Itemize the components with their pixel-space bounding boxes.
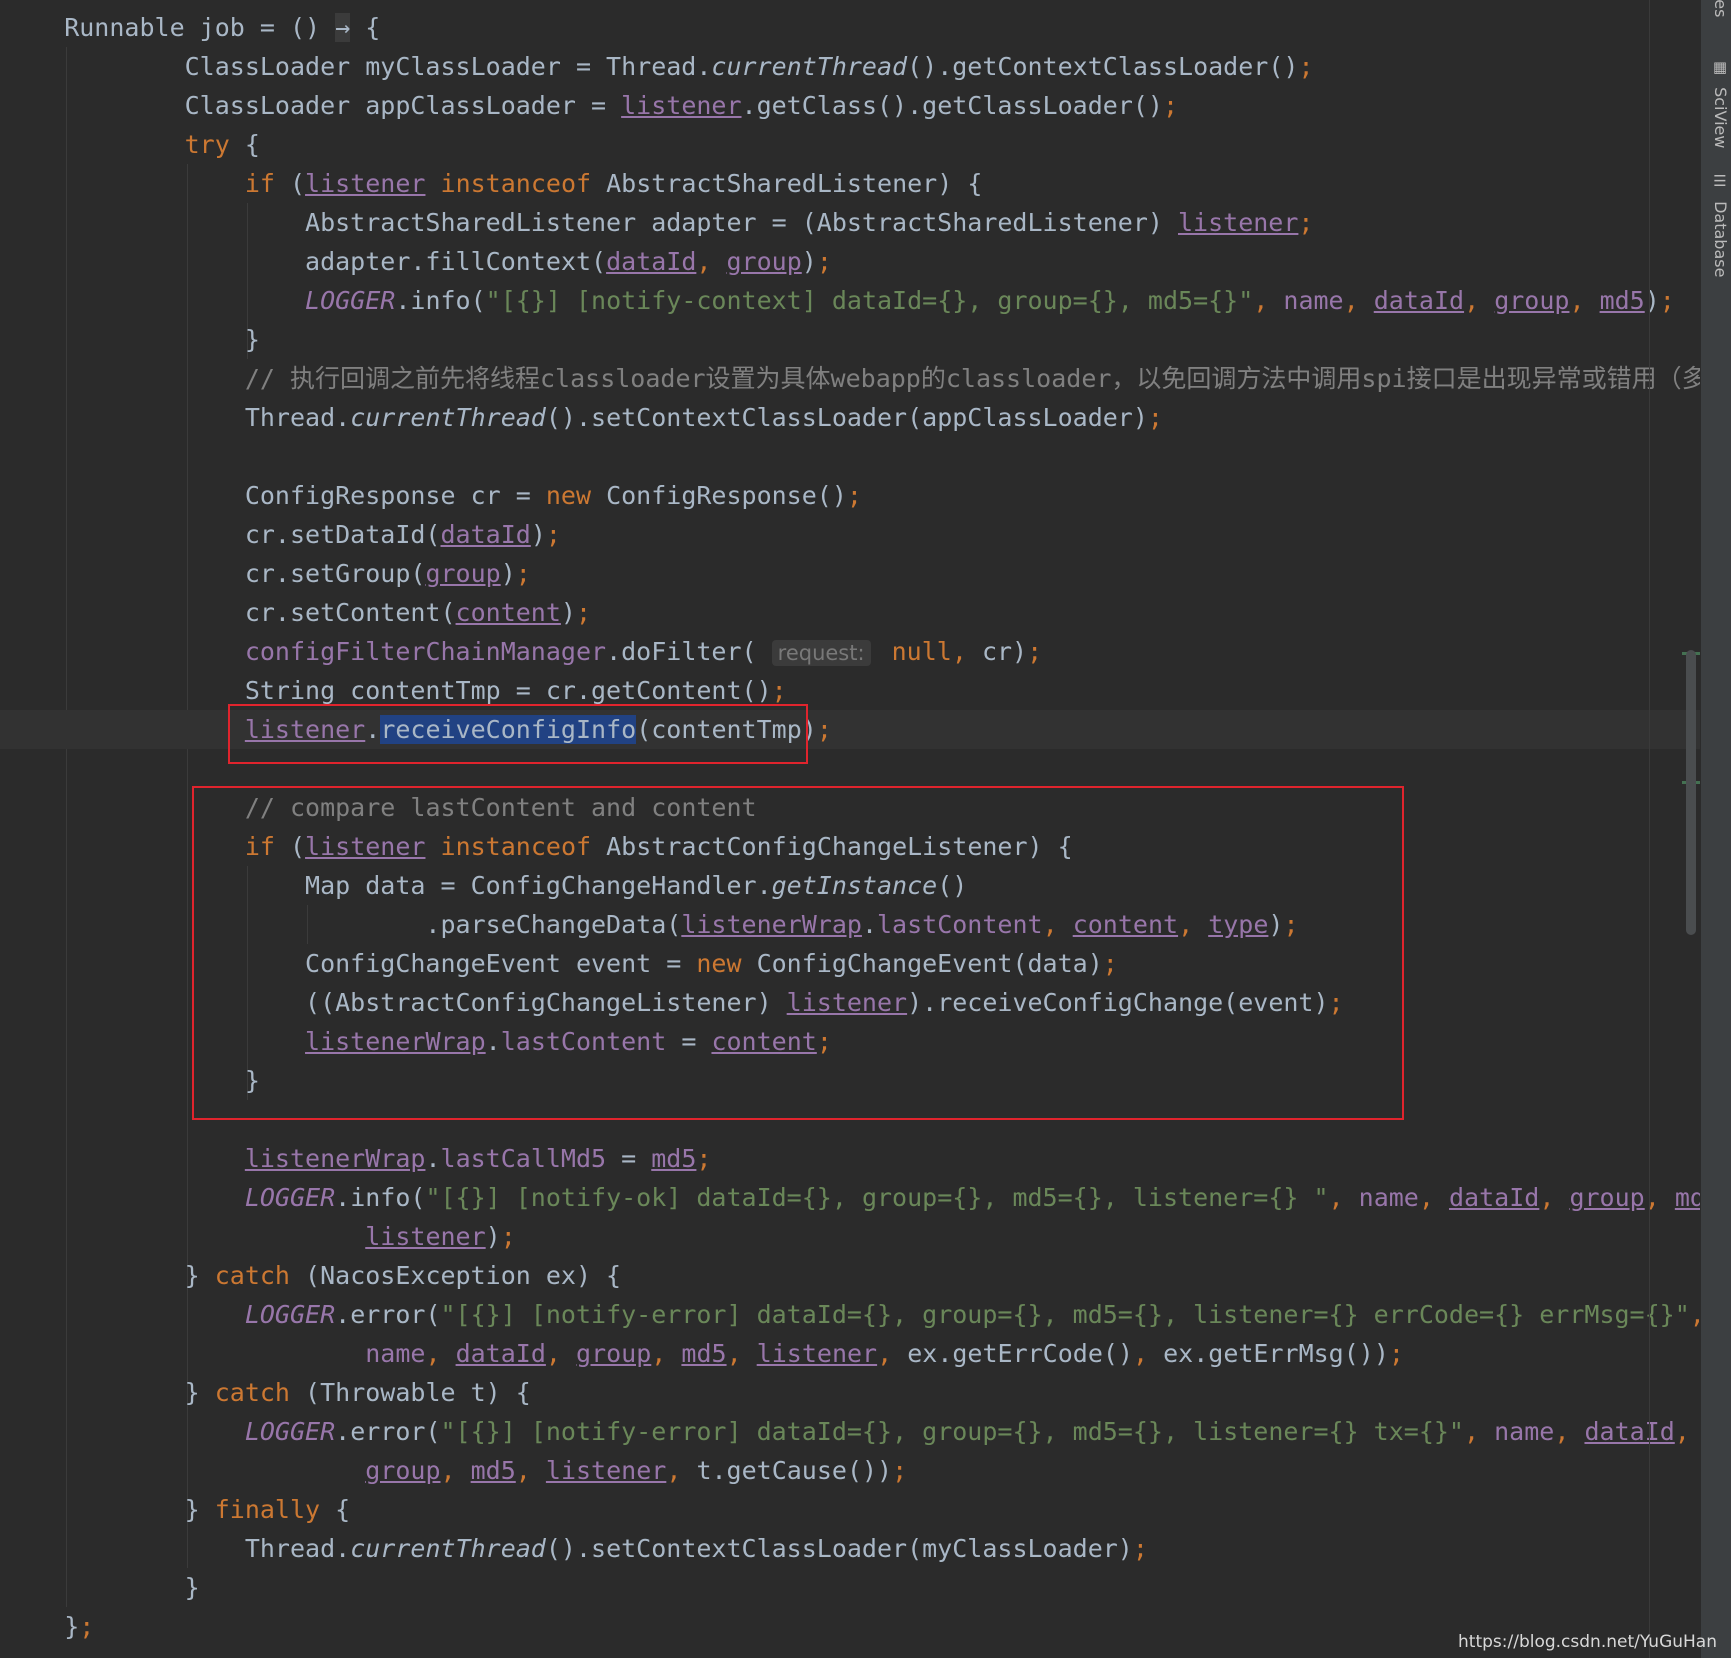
code-line[interactable]: LOGGER.info("[{}] [notify-context] dataI… <box>0 281 1700 320</box>
code-line[interactable]: cr.setGroup(group); <box>0 554 1700 593</box>
code-line[interactable]: listener); <box>0 1217 1700 1256</box>
code-line[interactable]: ((AbstractConfigChangeListener) listener… <box>0 983 1700 1022</box>
code-line[interactable]: listenerWrap.lastCallMd5 = md5; <box>0 1139 1700 1178</box>
code-line[interactable]: cr.setContent(content); <box>0 593 1700 632</box>
sidebar-tab-label: ices <box>1711 0 1730 18</box>
code-line[interactable]: } <box>0 320 1700 359</box>
code-line[interactable]: String contentTmp = cr.getContent(); <box>0 671 1700 710</box>
code-line[interactable]: listenerWrap.lastContent = content; <box>0 1022 1700 1061</box>
code-line[interactable] <box>0 1100 1700 1139</box>
sidebar-tab-label: SciView <box>1711 87 1730 149</box>
code-line[interactable]: } catch (NacosException ex) { <box>0 1256 1700 1295</box>
code-line[interactable]: } <box>0 1061 1700 1100</box>
tool-tab-database[interactable]: ☰ Database <box>1703 172 1730 277</box>
right-margin-guide <box>1649 0 1650 1658</box>
code-line[interactable]: listener.receiveConfigInfo(contentTmp); <box>0 710 1700 749</box>
code-line[interactable]: if (listener instanceof AbstractSharedLi… <box>0 164 1700 203</box>
code-line[interactable] <box>0 749 1700 788</box>
code-line[interactable]: try { <box>0 125 1700 164</box>
code-line[interactable]: name, dataId, group, md5, listener, ex.g… <box>0 1334 1700 1373</box>
code-line[interactable]: Thread.currentThread().setContextClassLo… <box>0 398 1700 437</box>
sidebar-tab-label: Database <box>1711 201 1730 278</box>
code-line[interactable]: } finally { <box>0 1490 1700 1529</box>
code-line[interactable]: LOGGER.info("[{}] [notify-ok] dataId={},… <box>0 1178 1700 1217</box>
code-line[interactable]: } <box>0 1568 1700 1607</box>
code-line[interactable]: ConfigChangeEvent event = new ConfigChan… <box>0 944 1700 983</box>
scrollbar-thumb[interactable] <box>1686 650 1696 935</box>
code-line[interactable]: Thread.currentThread().setContextClassLo… <box>0 1529 1700 1568</box>
code-line[interactable]: AbstractSharedListener adapter = (Abstra… <box>0 203 1700 242</box>
code-line[interactable]: LOGGER.error("[{}] [notify-error] dataId… <box>0 1412 1700 1451</box>
code-line[interactable]: // 执行回调之前先将线程classloader设置为具体webapp的clas… <box>0 359 1700 398</box>
code-line[interactable]: ClassLoader myClassLoader = Thread.curre… <box>0 47 1700 86</box>
tool-tab-sciview[interactable]: ▦ SciView <box>1703 58 1730 148</box>
code-line[interactable]: ConfigResponse cr = new ConfigResponse()… <box>0 476 1700 515</box>
code-line[interactable]: LOGGER.error("[{}] [notify-error] dataId… <box>0 1295 1700 1334</box>
code-line[interactable]: }; <box>0 1607 1700 1646</box>
code-line[interactable]: ClassLoader appClassLoader = listener.ge… <box>0 86 1700 125</box>
code-line[interactable]: Map data = ConfigChangeHandler.getInstan… <box>0 866 1700 905</box>
sciview-icon: ▦ <box>1711 58 1729 76</box>
database-icon: ☰ <box>1711 172 1729 190</box>
right-tool-window-bar: ices ▦ SciView ☰ Database <box>1700 0 1731 1658</box>
code-line[interactable]: .parseChangeData(listenerWrap.lastConten… <box>0 905 1700 944</box>
tool-tab-services[interactable]: ices <box>1703 0 1730 17</box>
code-line[interactable]: if (listener instanceof AbstractConfigCh… <box>0 827 1700 866</box>
code-line[interactable]: } catch (Throwable t) { <box>0 1373 1700 1412</box>
code-line[interactable]: Runnable job = () → { <box>0 8 1700 47</box>
code-line[interactable]: group, md5, listener, t.getCause()); <box>0 1451 1700 1490</box>
vertical-scrollbar[interactable] <box>1682 0 1700 1658</box>
code-line[interactable] <box>0 437 1700 476</box>
code-editor[interactable]: Runnable job = () → { ClassLoader myClas… <box>0 0 1700 1658</box>
code-line[interactable]: // compare lastContent and content <box>0 788 1700 827</box>
watermark-url: https://blog.csdn.net/YuGuHan <box>1458 1632 1717 1652</box>
code-line[interactable]: cr.setDataId(dataId); <box>0 515 1700 554</box>
code-line[interactable]: configFilterChainManager.doFilter( reque… <box>0 632 1700 671</box>
code-line[interactable]: adapter.fillContext(dataId, group); <box>0 242 1700 281</box>
